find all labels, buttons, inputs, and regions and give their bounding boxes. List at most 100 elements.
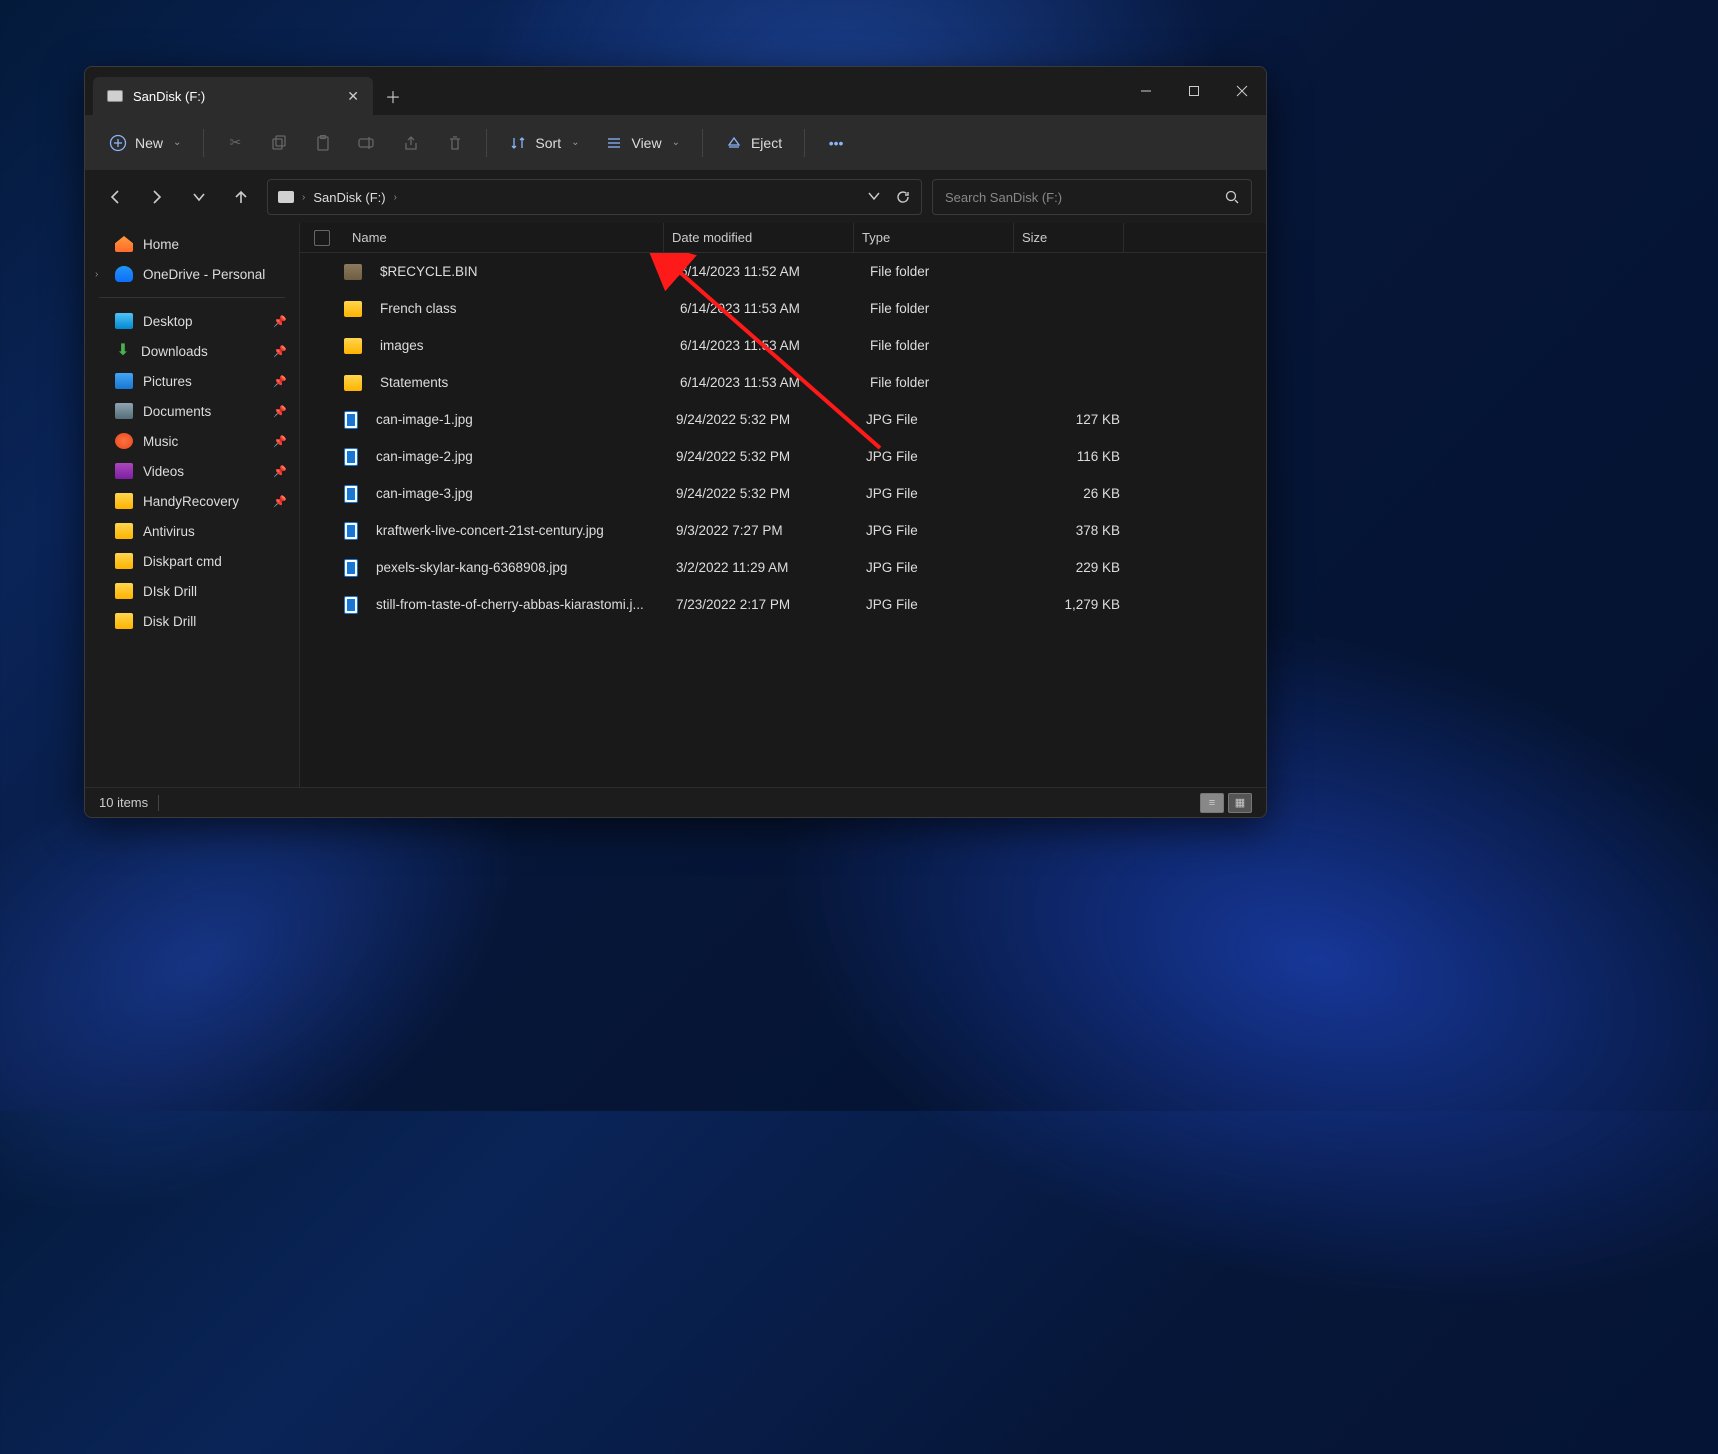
search-icon bbox=[1225, 190, 1239, 204]
sidebar-item-documents[interactable]: Documents📌 bbox=[85, 396, 299, 426]
up-button[interactable] bbox=[225, 181, 257, 213]
refresh-button[interactable] bbox=[895, 189, 911, 205]
sidebar-item-diskpartcmd[interactable]: Diskpart cmd bbox=[85, 546, 299, 576]
forward-button[interactable] bbox=[141, 181, 173, 213]
sidebar-item-diskdrill1[interactable]: DIsk Drill bbox=[85, 576, 299, 606]
column-date[interactable]: Date modified bbox=[664, 223, 854, 252]
delete-button[interactable] bbox=[436, 127, 474, 159]
sidebar-item-handyrecovery[interactable]: HandyRecovery📌 bbox=[85, 486, 299, 516]
new-tab-button[interactable]: ＋ bbox=[373, 77, 413, 115]
select-all-checkbox[interactable] bbox=[314, 230, 330, 246]
search-input[interactable] bbox=[945, 190, 1225, 205]
file-name: $RECYCLE.BIN bbox=[372, 264, 672, 279]
file-date: 3/2/2022 11:29 AM bbox=[668, 560, 858, 575]
sort-icon bbox=[509, 134, 527, 152]
sidebar-item-desktop[interactable]: Desktop📌 bbox=[85, 306, 299, 336]
titlebar: SanDisk (F:) ✕ ＋ bbox=[85, 67, 1266, 115]
address-bar[interactable]: › SanDisk (F:) › bbox=[267, 179, 922, 215]
file-row[interactable]: still-from-taste-of-cherry-abbas-kiarast… bbox=[300, 586, 1266, 623]
sidebar-item-antivirus[interactable]: Antivirus bbox=[85, 516, 299, 546]
chevron-right-icon[interactable]: › bbox=[95, 269, 98, 280]
folder-icon bbox=[115, 613, 133, 629]
file-row[interactable]: can-image-1.jpg 9/24/2022 5:32 PM JPG Fi… bbox=[300, 401, 1266, 438]
maximize-button[interactable] bbox=[1170, 67, 1218, 115]
column-size[interactable]: Size bbox=[1014, 223, 1124, 252]
folder-icon bbox=[344, 301, 362, 317]
minimize-button[interactable] bbox=[1122, 67, 1170, 115]
thumbnails-view-button[interactable]: ▦ bbox=[1228, 793, 1252, 813]
file-row[interactable]: Statements 6/14/2023 11:53 AM File folde… bbox=[300, 364, 1266, 401]
tab-title: SanDisk (F:) bbox=[133, 89, 337, 104]
sort-button[interactable]: Sort ⌄ bbox=[499, 127, 589, 159]
column-headers: Name Date modified Type Size bbox=[300, 223, 1266, 253]
view-button[interactable]: View ⌄ bbox=[595, 127, 689, 159]
file-explorer-window: SanDisk (F:) ✕ ＋ New ⌄ ✂ Sort ⌄ bbox=[84, 66, 1267, 818]
share-icon bbox=[402, 134, 420, 152]
file-name: French class bbox=[372, 301, 672, 316]
chevron-right-icon: › bbox=[394, 192, 397, 203]
eject-button[interactable]: Eject bbox=[715, 127, 792, 159]
file-type: JPG File bbox=[858, 412, 1018, 427]
view-label: View bbox=[631, 135, 661, 151]
new-button[interactable]: New ⌄ bbox=[99, 127, 191, 159]
divider bbox=[804, 129, 805, 157]
pin-icon: 📌 bbox=[273, 405, 287, 418]
sidebar-item-onedrive[interactable]: › OneDrive - Personal bbox=[85, 259, 299, 289]
file-row[interactable]: French class 6/14/2023 11:53 AM File fol… bbox=[300, 290, 1266, 327]
sidebar-item-downloads[interactable]: ⬇Downloads📌 bbox=[85, 336, 299, 366]
file-type: JPG File bbox=[858, 486, 1018, 501]
file-date: 9/3/2022 7:27 PM bbox=[668, 523, 858, 538]
file-row[interactable]: $RECYCLE.BIN 6/14/2023 11:52 AM File fol… bbox=[300, 253, 1266, 290]
sidebar-item-home[interactable]: Home bbox=[85, 229, 299, 259]
cut-button[interactable]: ✂ bbox=[216, 127, 254, 159]
pictures-icon bbox=[115, 373, 133, 389]
file-type: File folder bbox=[862, 375, 1022, 390]
search-box[interactable] bbox=[932, 179, 1252, 215]
file-row[interactable]: pexels-skylar-kang-6368908.jpg 3/2/2022 … bbox=[300, 549, 1266, 586]
back-button[interactable] bbox=[99, 181, 131, 213]
file-row[interactable]: can-image-3.jpg 9/24/2022 5:32 PM JPG Fi… bbox=[300, 475, 1266, 512]
sidebar-item-music[interactable]: Music📌 bbox=[85, 426, 299, 456]
file-row[interactable]: images 6/14/2023 11:53 AM File folder bbox=[300, 327, 1266, 364]
sidebar-label: Diskpart cmd bbox=[143, 554, 222, 569]
sidebar-label: OneDrive - Personal bbox=[143, 267, 265, 282]
divider bbox=[158, 795, 159, 811]
file-type: File folder bbox=[862, 264, 1022, 279]
details-view-button[interactable]: ≡ bbox=[1200, 793, 1224, 813]
file-row[interactable]: kraftwerk-live-concert-21st-century.jpg … bbox=[300, 512, 1266, 549]
tab-close-button[interactable]: ✕ bbox=[347, 88, 359, 105]
file-name: can-image-3.jpg bbox=[368, 486, 668, 501]
videos-icon bbox=[115, 463, 133, 479]
file-date: 9/24/2022 5:32 PM bbox=[668, 486, 858, 501]
file-row[interactable]: can-image-2.jpg 9/24/2022 5:32 PM JPG Fi… bbox=[300, 438, 1266, 475]
chevron-down-icon: ⌄ bbox=[571, 137, 579, 148]
home-icon bbox=[115, 236, 133, 252]
sidebar-item-videos[interactable]: Videos📌 bbox=[85, 456, 299, 486]
file-size: 116 KB bbox=[1018, 449, 1128, 464]
tab-active[interactable]: SanDisk (F:) ✕ bbox=[93, 77, 373, 115]
chevron-down-icon: ⌄ bbox=[672, 137, 680, 148]
close-button[interactable] bbox=[1218, 67, 1266, 115]
status-bar: 10 items ≡ ▦ bbox=[85, 787, 1266, 817]
file-date: 9/24/2022 5:32 PM bbox=[668, 449, 858, 464]
jpg-file-icon bbox=[344, 559, 358, 577]
sidebar-item-diskdrill2[interactable]: Disk Drill bbox=[85, 606, 299, 636]
recent-button[interactable] bbox=[183, 181, 215, 213]
column-type[interactable]: Type bbox=[854, 223, 1014, 252]
column-name[interactable]: Name bbox=[344, 223, 664, 252]
share-button[interactable] bbox=[392, 127, 430, 159]
file-name: still-from-taste-of-cherry-abbas-kiarast… bbox=[368, 597, 668, 612]
rename-button[interactable] bbox=[348, 127, 386, 159]
divider bbox=[203, 129, 204, 157]
file-type: File folder bbox=[862, 301, 1022, 316]
folder-icon bbox=[115, 493, 133, 509]
paste-button[interactable] bbox=[304, 127, 342, 159]
copy-button[interactable] bbox=[260, 127, 298, 159]
more-button[interactable]: ••• bbox=[817, 127, 855, 159]
breadcrumb-location[interactable]: SanDisk (F:) bbox=[313, 190, 385, 205]
file-size: 1,279 KB bbox=[1018, 597, 1128, 612]
sidebar-item-pictures[interactable]: Pictures📌 bbox=[85, 366, 299, 396]
music-icon bbox=[115, 433, 133, 449]
file-list-pane: Name Date modified Type Size $RECYCLE.BI… bbox=[300, 223, 1266, 787]
address-dropdown-button[interactable] bbox=[867, 189, 881, 205]
